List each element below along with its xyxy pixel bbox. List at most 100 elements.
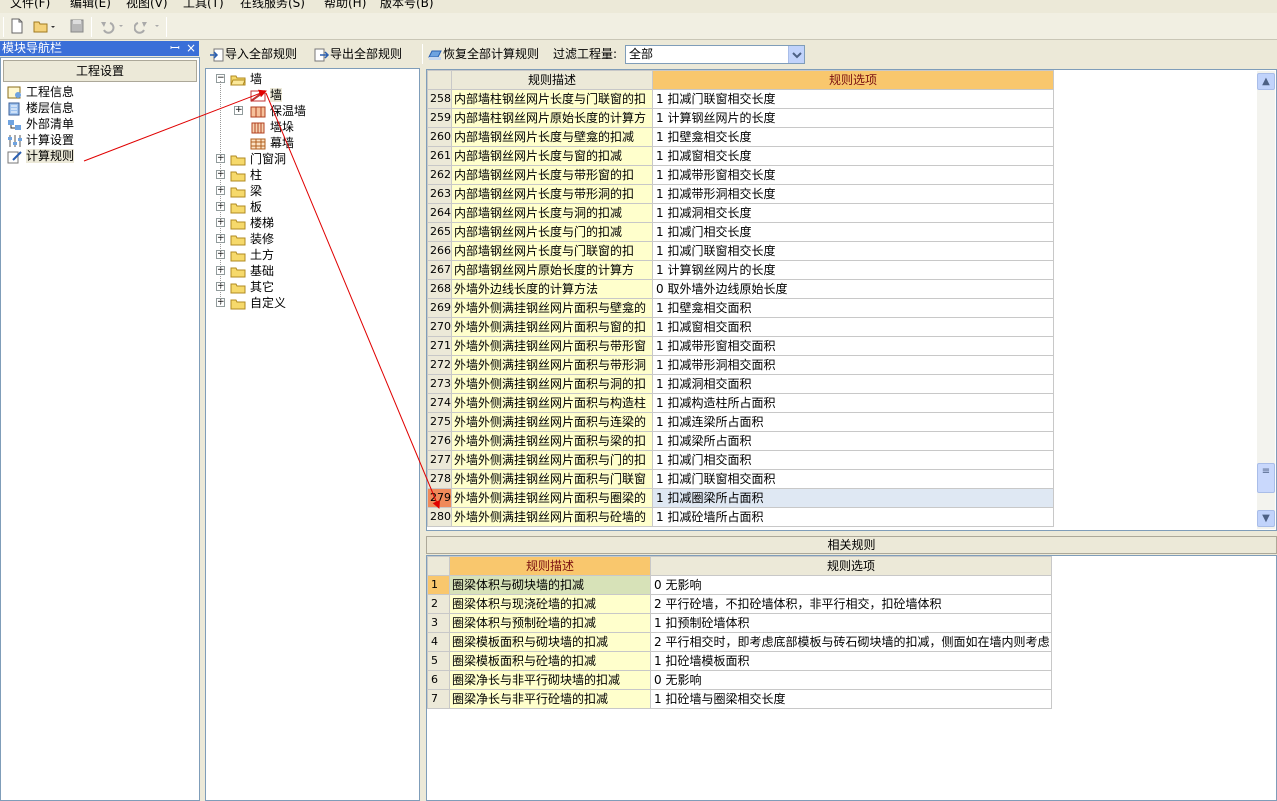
rule-option[interactable]: 1 扣减带形窗相交面积 bbox=[652, 336, 1054, 356]
rule-row[interactable]: 278 外墙外侧满挂钢丝网片面积与门联窗 1 扣减门联窗相交面积 bbox=[427, 469, 1054, 489]
related-rule-option[interactable]: 2 平行砼墙，不扣砼墙体积，非平行相交，扣砼墙体积 bbox=[650, 594, 1052, 614]
col-rule-option[interactable]: 规则选项 bbox=[652, 70, 1054, 90]
rule-row[interactable]: 267 内部墙钢丝网片原始长度的计算方 1 计算钢丝网片的长度 bbox=[427, 260, 1054, 280]
rule-description[interactable]: 外墙外侧满挂钢丝网片面积与梁的扣 bbox=[451, 431, 653, 451]
rule-option[interactable]: 1 扣减窗相交长度 bbox=[652, 146, 1054, 166]
rule-row[interactable]: 274 外墙外侧满挂钢丝网片面积与构造柱 1 扣减构造柱所占面积 bbox=[427, 393, 1054, 413]
expand-icon[interactable]: + bbox=[234, 106, 243, 115]
restore-rules-button[interactable]: 恢复全部计算规则 bbox=[427, 45, 539, 62]
rule-description[interactable]: 外墙外侧满挂钢丝网片面积与洞的扣 bbox=[451, 374, 653, 394]
rule-description[interactable]: 外墙外侧满挂钢丝网片面积与带形窗 bbox=[451, 336, 653, 356]
tree-node-category[interactable]: + 板 bbox=[216, 199, 262, 215]
rule-option[interactable]: 1 扣减梁所占面积 bbox=[652, 431, 1054, 451]
menu-help[interactable]: 帮助(H) bbox=[324, 0, 366, 11]
related-rule-description[interactable]: 圈梁体积与砌块墙的扣减 bbox=[449, 575, 651, 595]
rule-description[interactable]: 外墙外侧满挂钢丝网片面积与门的扣 bbox=[451, 450, 653, 470]
rule-option[interactable]: 1 扣减带形洞相交长度 bbox=[652, 184, 1054, 204]
tree-node-wall[interactable]: 墙 bbox=[250, 87, 283, 103]
rules-scrollbar[interactable]: ▲ ≡ ▼ bbox=[1257, 71, 1275, 529]
rule-option[interactable]: 1 扣壁龛相交长度 bbox=[652, 127, 1054, 147]
rule-row[interactable]: 275 外墙外侧满挂钢丝网片面积与连梁的 1 扣减连梁所占面积 bbox=[427, 412, 1054, 432]
related-rule-description[interactable]: 圈梁模板面积与砼墙的扣减 bbox=[449, 651, 651, 671]
rule-option[interactable]: 1 扣减构造柱所占面积 bbox=[652, 393, 1054, 413]
nav-item-calc-rules[interactable]: 计算规则 bbox=[7, 148, 75, 164]
tree-node-category[interactable]: + 梁 bbox=[216, 183, 262, 199]
rule-option[interactable]: 1 扣减带形洞相交面积 bbox=[652, 355, 1054, 375]
rule-description[interactable]: 外墙外侧满挂钢丝网片面积与构造柱 bbox=[451, 393, 653, 413]
pin-icon[interactable]: ꟷ bbox=[170, 41, 180, 56]
new-file-icon[interactable] bbox=[9, 18, 27, 36]
menu-tools[interactable]: 工具(T) bbox=[183, 0, 224, 11]
tree-node-category[interactable]: + 楼梯 bbox=[216, 215, 274, 231]
rule-description[interactable]: 外墙外侧满挂钢丝网片面积与窗的扣 bbox=[451, 317, 653, 337]
related-rule-row[interactable]: 6 圈梁净长与非平行砌块墙的扣减 0 无影响 bbox=[427, 670, 1052, 690]
rule-description[interactable]: 内部墙钢丝网片长度与门的扣减 bbox=[451, 222, 653, 242]
rule-description[interactable]: 内部墙钢丝网片长度与窗的扣减 bbox=[451, 146, 653, 166]
tree-node-category[interactable]: + 其它 bbox=[216, 279, 274, 295]
related-rule-row[interactable]: 5 圈梁模板面积与砼墙的扣减 1 扣砼墙模板面积 bbox=[427, 651, 1052, 671]
rule-option[interactable]: 1 扣减带形窗相交长度 bbox=[652, 165, 1054, 185]
tree-node-category[interactable]: + 门窗洞 bbox=[216, 151, 286, 167]
scroll-up-icon[interactable]: ▲ bbox=[1257, 73, 1275, 90]
rule-option[interactable]: 1 计算钢丝网片的长度 bbox=[652, 108, 1054, 128]
rule-option[interactable]: 1 扣减砼墙所占面积 bbox=[652, 507, 1054, 527]
rule-description[interactable]: 外墙外侧满挂钢丝网片面积与连梁的 bbox=[451, 412, 653, 432]
rule-description[interactable]: 内部墙柱钢丝网片长度与门联窗的扣 bbox=[451, 89, 653, 109]
rule-row[interactable]: 277 外墙外侧满挂钢丝网片面积与门的扣 1 扣减门相交面积 bbox=[427, 450, 1054, 470]
rule-description[interactable]: 内部墙钢丝网片长度与壁龛的扣减 bbox=[451, 127, 653, 147]
related-rule-option[interactable]: 1 扣预制砼墙体积 bbox=[650, 613, 1052, 633]
tree-node-category[interactable]: + 基础 bbox=[216, 263, 274, 279]
rule-row[interactable]: 262 内部墙钢丝网片长度与带形窗的扣 1 扣减带形窗相交长度 bbox=[427, 165, 1054, 185]
rule-row[interactable]: 272 外墙外侧满挂钢丝网片面积与带形洞 1 扣减带形洞相交面积 bbox=[427, 355, 1054, 375]
related-rule-option[interactable]: 1 扣砼墙与圈梁相交长度 bbox=[650, 689, 1052, 709]
related-rule-description[interactable]: 圈梁净长与非平行砼墙的扣减 bbox=[449, 689, 651, 709]
related-rule-option[interactable]: 0 无影响 bbox=[650, 670, 1052, 690]
tree-node-insulation-wall[interactable]: + 保温墙 bbox=[234, 103, 306, 119]
scroll-down-icon[interactable]: ▼ bbox=[1257, 510, 1275, 527]
related-rule-description[interactable]: 圈梁体积与预制砼墙的扣减 bbox=[449, 613, 651, 633]
rule-description[interactable]: 外墙外侧满挂钢丝网片面积与砼墙的 bbox=[451, 507, 653, 527]
nav-section-header[interactable]: 工程设置 bbox=[3, 60, 197, 82]
rule-row[interactable]: 263 内部墙钢丝网片长度与带形洞的扣 1 扣减带形洞相交长度 bbox=[427, 184, 1054, 204]
tree-node-wall-root[interactable]: − 墙 bbox=[216, 71, 262, 87]
rule-row[interactable]: 269 外墙外侧满挂钢丝网片面积与壁龛的 1 扣壁龛相交面积 bbox=[427, 298, 1054, 318]
rule-row[interactable]: 280 外墙外侧满挂钢丝网片面积与砼墙的 1 扣减砼墙所占面积 bbox=[427, 507, 1054, 527]
related-rule-row[interactable]: 1 圈梁体积与砌块墙的扣减 0 无影响 bbox=[427, 575, 1052, 595]
related-rule-description[interactable]: 圈梁体积与现浇砼墙的扣减 bbox=[449, 594, 651, 614]
menu-online[interactable]: 在线服务(S) bbox=[240, 0, 305, 11]
rule-row[interactable]: 273 外墙外侧满挂钢丝网片面积与洞的扣 1 扣减洞相交面积 bbox=[427, 374, 1054, 394]
menu-file[interactable]: 文件(F) bbox=[10, 0, 50, 11]
nav-item-floor-info[interactable]: 楼层信息 bbox=[7, 100, 74, 116]
save-icon[interactable] bbox=[69, 18, 87, 36]
export-rules-button[interactable]: 导出全部规则 bbox=[314, 45, 402, 62]
rule-row[interactable]: 258 内部墙柱钢丝网片长度与门联窗的扣 1 扣减门联窗相交长度 bbox=[427, 89, 1054, 109]
nav-item-project-info[interactable]: 工程信息 bbox=[7, 84, 74, 100]
rule-row[interactable]: 276 外墙外侧满挂钢丝网片面积与梁的扣 1 扣减梁所占面积 bbox=[427, 431, 1054, 451]
rule-option[interactable]: 1 扣减门相交长度 bbox=[652, 222, 1054, 242]
scroll-thumb[interactable]: ≡ bbox=[1257, 463, 1275, 493]
rule-option[interactable]: 1 扣减圈梁所占面积 bbox=[652, 488, 1054, 508]
rule-row[interactable]: 259 内部墙柱钢丝网片原始长度的计算方 1 计算钢丝网片的长度 bbox=[427, 108, 1054, 128]
rule-row[interactable]: 264 内部墙钢丝网片长度与洞的扣减 1 扣减洞相交长度 bbox=[427, 203, 1054, 223]
close-icon[interactable]: × bbox=[186, 41, 196, 56]
open-folder-icon[interactable] bbox=[33, 18, 55, 36]
rule-row[interactable]: 265 内部墙钢丝网片长度与门的扣减 1 扣减门相交长度 bbox=[427, 222, 1054, 242]
rule-option[interactable]: 1 扣减洞相交长度 bbox=[652, 203, 1054, 223]
rule-description[interactable]: 内部墙钢丝网片长度与带形窗的扣 bbox=[451, 165, 653, 185]
rule-option[interactable]: 1 扣减门联窗相交长度 bbox=[652, 89, 1054, 109]
undo-icon[interactable] bbox=[98, 18, 123, 36]
rule-description[interactable]: 内部墙钢丝网片原始长度的计算方 bbox=[451, 260, 653, 280]
col-rule-desc[interactable]: 规则描述 bbox=[451, 70, 653, 90]
related-rule-row[interactable]: 4 圈梁模板面积与砌块墙的扣减 2 平行相交时，即考虑底部模板与砖石砌块墙的扣减，侧… bbox=[427, 632, 1052, 652]
rule-option[interactable]: 1 计算钢丝网片的长度 bbox=[652, 260, 1054, 280]
related-rule-description[interactable]: 圈梁模板面积与砌块墙的扣减 bbox=[449, 632, 651, 652]
tree-node-category[interactable]: + 柱 bbox=[216, 167, 262, 183]
rule-description[interactable]: 外墙外侧满挂钢丝网片面积与门联窗 bbox=[451, 469, 653, 489]
related-rule-row[interactable]: 3 圈梁体积与预制砼墙的扣减 1 扣预制砼墙体积 bbox=[427, 613, 1052, 633]
menu-view[interactable]: 视图(V) bbox=[126, 0, 168, 11]
chevron-down-icon[interactable] bbox=[788, 46, 804, 63]
rule-option[interactable]: 1 扣壁龛相交面积 bbox=[652, 298, 1054, 318]
filter-quantity-select[interactable]: 全部 bbox=[625, 45, 805, 64]
related-rule-row[interactable]: 2 圈梁体积与现浇砼墙的扣减 2 平行砼墙，不扣砼墙体积，非平行相交，扣砼墙体积 bbox=[427, 594, 1052, 614]
menu-version[interactable]: 版本号(B) bbox=[380, 0, 434, 11]
